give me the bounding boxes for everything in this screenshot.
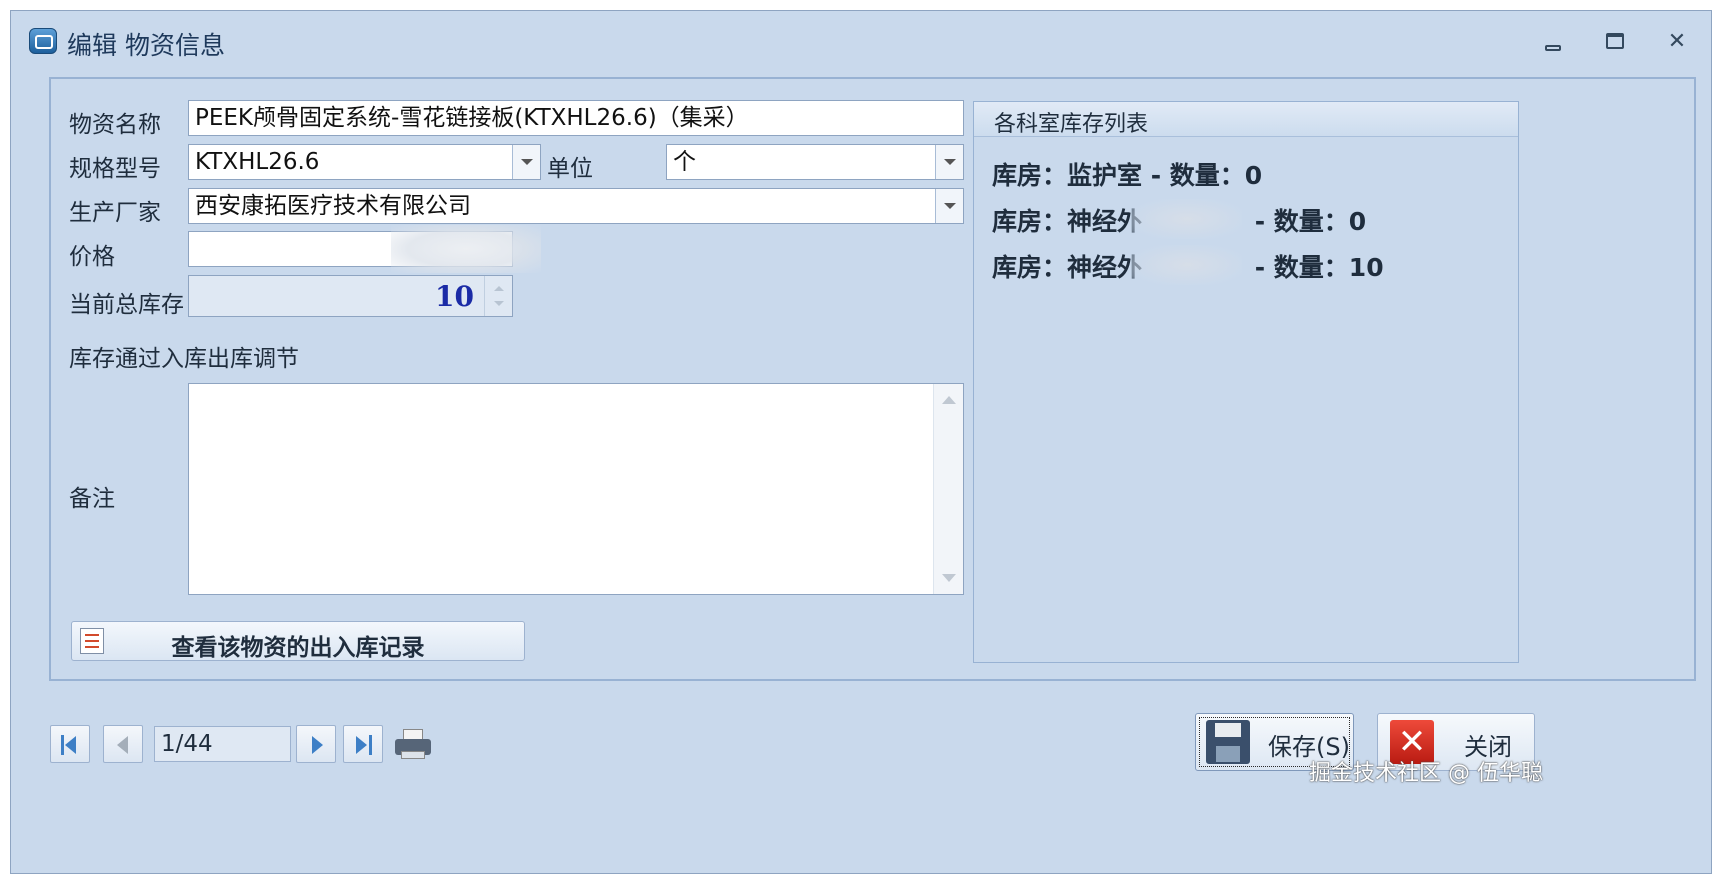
unit-dropdown-button[interactable] — [935, 145, 963, 179]
unit-value: 个 — [673, 149, 696, 175]
prev-arrow-icon — [117, 736, 128, 754]
maker-dropdown-button[interactable] — [935, 189, 963, 223]
view-records-label: 查看该物资的出入库记录 — [171, 635, 425, 661]
main-form-panel: 物资名称 PEEK颅骨固定系统-雪花链接板(KTXHL26.6)（集采） 规格型… — [49, 77, 1696, 681]
first-record-button[interactable] — [50, 725, 90, 763]
stock-label: 当前总库存 — [69, 292, 184, 318]
app-icon — [29, 28, 57, 54]
prev-record-button[interactable] — [103, 725, 143, 763]
stock-row: 库房：神经外 - 数量：0 — [992, 199, 1367, 239]
stock-panel-title: 各科室库存列表 — [994, 112, 1149, 137]
redaction-blur — [1132, 199, 1243, 239]
watermark: 掘金技术社区 @ 伍华聪 — [1309, 761, 1543, 786]
redaction-blur — [1132, 245, 1243, 285]
minimize-button[interactable] — [1533, 29, 1573, 55]
remark-scrollbar[interactable] — [933, 384, 963, 594]
stock-row-quantity: - 数量：0 — [1142, 161, 1263, 190]
stock-row-quantity: - 数量：10 — [1246, 253, 1384, 282]
remark-label: 备注 — [69, 486, 115, 512]
maximize-button[interactable] — [1595, 29, 1635, 55]
stock-row: 库房：神经外 - 数量：10 — [992, 245, 1384, 285]
print-icon[interactable] — [393, 727, 435, 761]
name-input[interactable]: PEEK颅骨固定系统-雪花链接板(KTXHL26.6)（集采） — [188, 100, 964, 136]
maker-label: 生产厂家 — [69, 200, 161, 226]
scroll-up-icon[interactable] — [942, 396, 956, 404]
last-icon — [369, 735, 372, 755]
maker-value: 西安康拓医疗技术有限公司 — [195, 193, 471, 219]
spin-down-icon[interactable] — [494, 301, 504, 306]
view-records-button[interactable]: 查看该物资的出入库记录 — [71, 621, 525, 661]
stock-spin-buttons[interactable] — [484, 276, 512, 316]
next-record-button[interactable] — [296, 725, 336, 763]
unit-combobox[interactable]: 个 — [666, 144, 964, 180]
spec-combobox[interactable]: KTXHL26.6 — [188, 144, 541, 180]
price-label: 价格 — [69, 244, 115, 270]
last-record-button[interactable] — [343, 725, 383, 763]
stock-row-quantity: - 数量：0 — [1246, 207, 1367, 236]
unit-label: 单位 — [547, 156, 593, 182]
stock-row-location: 库房：监护室 — [992, 161, 1143, 190]
department-stock-panel: 各科室库存列表 库房：监护室 - 数量：0 库房：神经外 - 数量：0 库房：神… — [973, 101, 1519, 663]
stock-spinner: 10 — [188, 275, 513, 317]
title-bar[interactable]: 编辑 物资信息 ✕ — [11, 11, 1711, 63]
last-arrow-icon — [356, 736, 367, 754]
close-window-button[interactable]: ✕ — [1657, 29, 1697, 55]
spec-dropdown-button[interactable] — [512, 145, 540, 179]
name-label: 物资名称 — [69, 112, 161, 138]
stock-row-location: 库房：神经外 — [992, 253, 1143, 282]
first-icon — [61, 735, 64, 755]
stock-panel-header: 各科室库存列表 — [974, 102, 1518, 137]
scroll-down-icon[interactable] — [942, 574, 956, 582]
floppy-disk-icon — [1206, 720, 1250, 764]
edit-material-dialog: 编辑 物资信息 ✕ 物资名称 PEEK颅骨固定系统-雪花链接板(KTXHL26.… — [10, 10, 1712, 874]
spec-value: KTXHL26.6 — [195, 149, 320, 175]
maker-combobox[interactable]: 西安康拓医疗技术有限公司 — [188, 188, 964, 224]
spin-up-icon[interactable] — [494, 286, 504, 291]
stock-note: 库存通过入库出库调节 — [69, 346, 299, 372]
price-redaction — [391, 225, 541, 273]
stock-row-location: 库房：神经外 — [992, 207, 1143, 236]
window-title: 编辑 物资信息 — [67, 31, 225, 60]
remark-textarea[interactable] — [188, 383, 964, 595]
stock-value: 10 — [435, 280, 474, 313]
stock-row: 库房：监护室 - 数量：0 — [992, 156, 1262, 192]
spec-label: 规格型号 — [69, 156, 161, 182]
next-arrow-icon — [312, 736, 323, 754]
first-arrow-icon — [65, 736, 76, 754]
record-position-field[interactable]: 1/44 — [154, 726, 291, 762]
